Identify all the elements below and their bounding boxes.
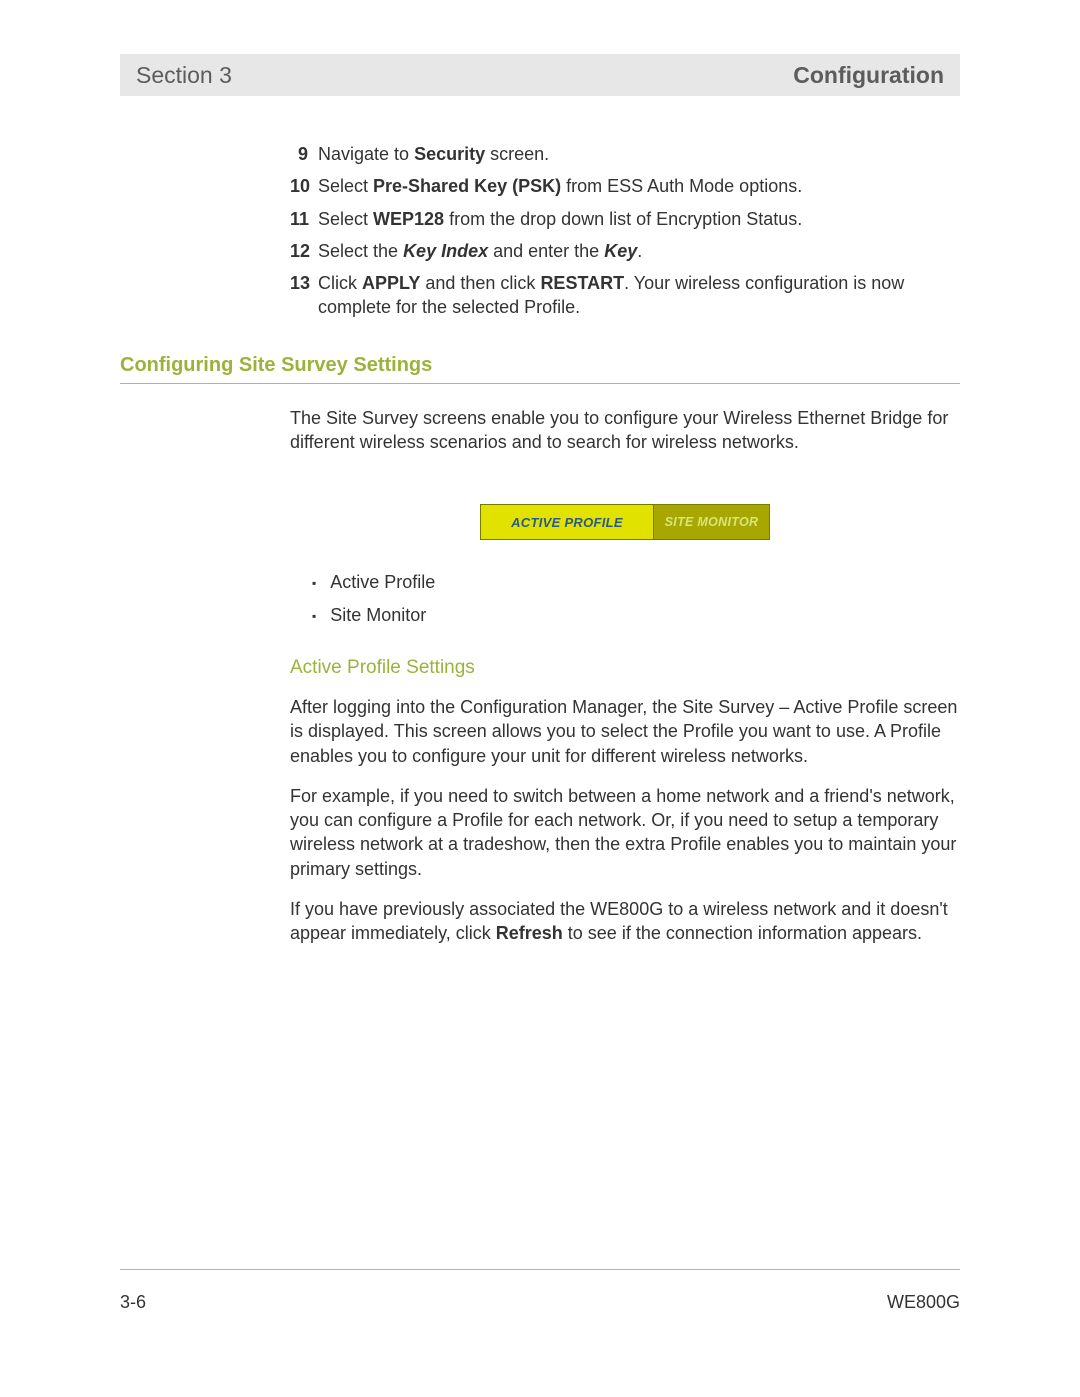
step-number: 12 [290,239,318,263]
tab-site-monitor[interactable]: SITE MONITOR [654,505,769,539]
section-heading: Configuring Site Survey Settings [120,354,960,384]
step-text: Navigate to Security screen. [318,142,960,166]
tab-figure: ACTIVE PROFILE SITE MONITOR [480,504,770,540]
step-number: 9 [290,142,318,166]
step-13: 13 Click APPLY and then click RESTART. Y… [290,271,960,320]
step-text: Select Pre-Shared Key (PSK) from ESS Aut… [318,174,960,198]
footer-rule [120,1269,960,1270]
intro-paragraph: The Site Survey screens enable you to co… [290,406,960,455]
paragraph-2: For example, if you need to switch betwe… [290,784,960,881]
content: 9 Navigate to Security screen. 10 Select… [120,96,960,946]
step-number: 13 [290,271,318,320]
bullet-list: Active Profile Site Monitor [290,570,960,627]
numbered-steps: 9 Navigate to Security screen. 10 Select… [290,142,960,320]
sub-heading: Active Profile Settings [290,657,960,679]
page: Section 3 Configuration 9 Navigate to Se… [0,0,1080,1397]
bullet-active-profile: Active Profile [312,570,960,594]
bullet-site-monitor: Site Monitor [312,603,960,627]
step-number: 11 [290,207,318,231]
page-title: Configuration [793,62,944,89]
step-11: 11 Select WEP128 from the drop down list… [290,207,960,231]
step-9: 9 Navigate to Security screen. [290,142,960,166]
paragraph-3: If you have previously associated the WE… [290,897,960,946]
step-10: 10 Select Pre-Shared Key (PSK) from ESS … [290,174,960,198]
tab-figure-wrapper: ACTIVE PROFILE SITE MONITOR [290,476,960,564]
step-text: Select the Key Index and enter the Key. [318,239,960,263]
step-12: 12 Select the Key Index and enter the Ke… [290,239,960,263]
paragraph-1: After logging into the Configuration Man… [290,695,960,768]
step-text: Select WEP128 from the drop down list of… [318,207,960,231]
section-label: Section 3 [136,62,232,89]
tab-active-profile[interactable]: ACTIVE PROFILE [481,505,654,539]
footer: 3-6 WE800G [120,1269,960,1313]
step-number: 10 [290,174,318,198]
page-number: 3-6 [120,1292,146,1313]
model-label: WE800G [887,1292,960,1313]
header-bar: Section 3 Configuration [120,54,960,96]
step-text: Click APPLY and then click RESTART. Your… [318,271,960,320]
